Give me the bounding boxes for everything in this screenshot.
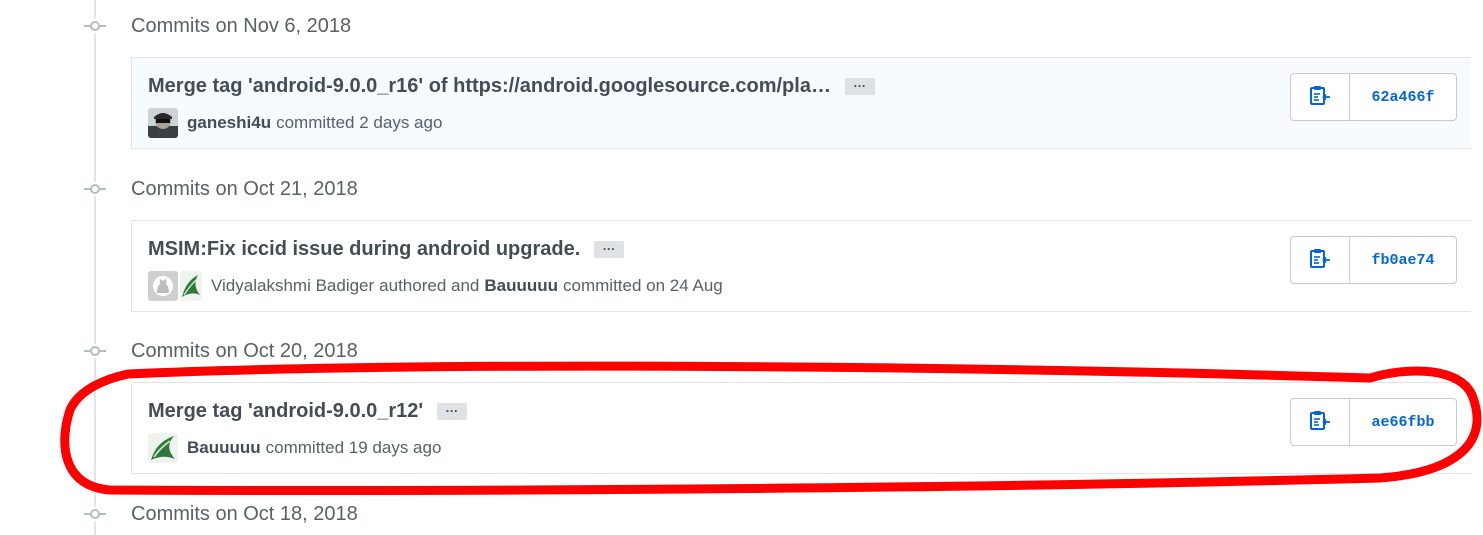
commit-meta: Bauuuuu committed 19 days ago — [148, 433, 441, 463]
commit-sha-group: 62a466f — [1290, 73, 1457, 121]
commit-group-header: Commits on Oct 18, 2018 — [84, 500, 358, 528]
commit-title-row: Merge tag 'android-9.0.0_r12' … — [148, 400, 468, 423]
git-commit-icon — [84, 19, 106, 33]
commit-message-link[interactable]: Merge tag 'android-9.0.0_r12' — [148, 400, 423, 423]
commit-history-page: Commits on Nov 6, 2018 Merge tag 'androi… — [0, 0, 1483, 535]
commit-sha-group: ae66fbb — [1290, 398, 1457, 446]
commit-sha-link[interactable]: 62a466f — [1350, 74, 1456, 120]
avatar[interactable] — [148, 433, 178, 463]
copy-sha-button[interactable] — [1291, 237, 1350, 283]
commit-sha-group: fb0ae74 — [1290, 236, 1457, 284]
timeline-line — [94, 0, 96, 535]
expand-message-button[interactable]: … — [844, 76, 875, 95]
commit-row: Merge tag 'android-9.0.0_r12' … Bauuuuu … — [131, 382, 1471, 474]
committer-name[interactable]: Bauuuuu — [484, 276, 558, 296]
clipboard-copy-icon — [1309, 409, 1331, 436]
copy-sha-button[interactable] — [1291, 399, 1350, 445]
commit-sha-link[interactable]: ae66fbb — [1350, 399, 1456, 445]
commit-group-header: Commits on Oct 20, 2018 — [84, 337, 358, 365]
avatar[interactable] — [148, 271, 178, 301]
commit-date-label: Commits on Oct 20, 2018 — [131, 339, 358, 362]
author-action-text: authored and — [379, 276, 480, 295]
avatar[interactable] — [180, 271, 202, 301]
committer-name[interactable]: ganeshi4u — [187, 113, 271, 133]
expand-message-button[interactable]: … — [594, 239, 625, 258]
commit-date-label: Commits on Nov 6, 2018 — [131, 14, 352, 37]
clipboard-copy-icon — [1309, 84, 1331, 111]
commit-date-label: Commits on Oct 21, 2018 — [131, 177, 358, 200]
git-commit-icon — [84, 507, 106, 521]
commit-group-header: Commits on Nov 6, 2018 — [84, 12, 351, 40]
commit-date-label: Commits on Oct 18, 2018 — [131, 502, 358, 525]
commit-title-row: Merge tag 'android-9.0.0_r16' of https:/… — [148, 75, 875, 98]
commit-title-row: MSIM:Fix iccid issue during android upgr… — [148, 238, 625, 261]
commit-group-header: Commits on Oct 21, 2018 — [84, 175, 358, 203]
commit-message-link[interactable]: Merge tag 'android-9.0.0_r16' of https:/… — [148, 75, 831, 98]
committer-name[interactable]: Bauuuuu — [187, 438, 261, 458]
commit-action-text: committed 2 days ago — [276, 113, 443, 132]
avatar[interactable] — [148, 108, 178, 138]
git-commit-icon — [84, 182, 106, 196]
git-commit-icon — [84, 344, 106, 358]
copy-sha-button[interactable] — [1291, 74, 1350, 120]
clipboard-copy-icon — [1309, 247, 1331, 274]
commit-meta: ganeshi4u committed 2 days ago — [148, 108, 442, 138]
commit-action-text: committed 19 days ago — [265, 438, 442, 457]
commit-message-link[interactable]: MSIM:Fix iccid issue during android upgr… — [148, 238, 580, 261]
commit-sha-link[interactable]: fb0ae74 — [1350, 237, 1456, 283]
commit-action-text: committed on 24 Aug — [563, 276, 723, 295]
commit-row: Merge tag 'android-9.0.0_r16' of https:/… — [131, 57, 1471, 149]
expand-message-button[interactable]: … — [437, 401, 468, 420]
commit-row: MSIM:Fix iccid issue during android upgr… — [131, 220, 1471, 312]
author-name[interactable]: Vidyalakshmi Badiger — [211, 276, 374, 296]
commit-meta: Vidyalakshmi Badiger authored and Bauuuu… — [148, 271, 723, 301]
